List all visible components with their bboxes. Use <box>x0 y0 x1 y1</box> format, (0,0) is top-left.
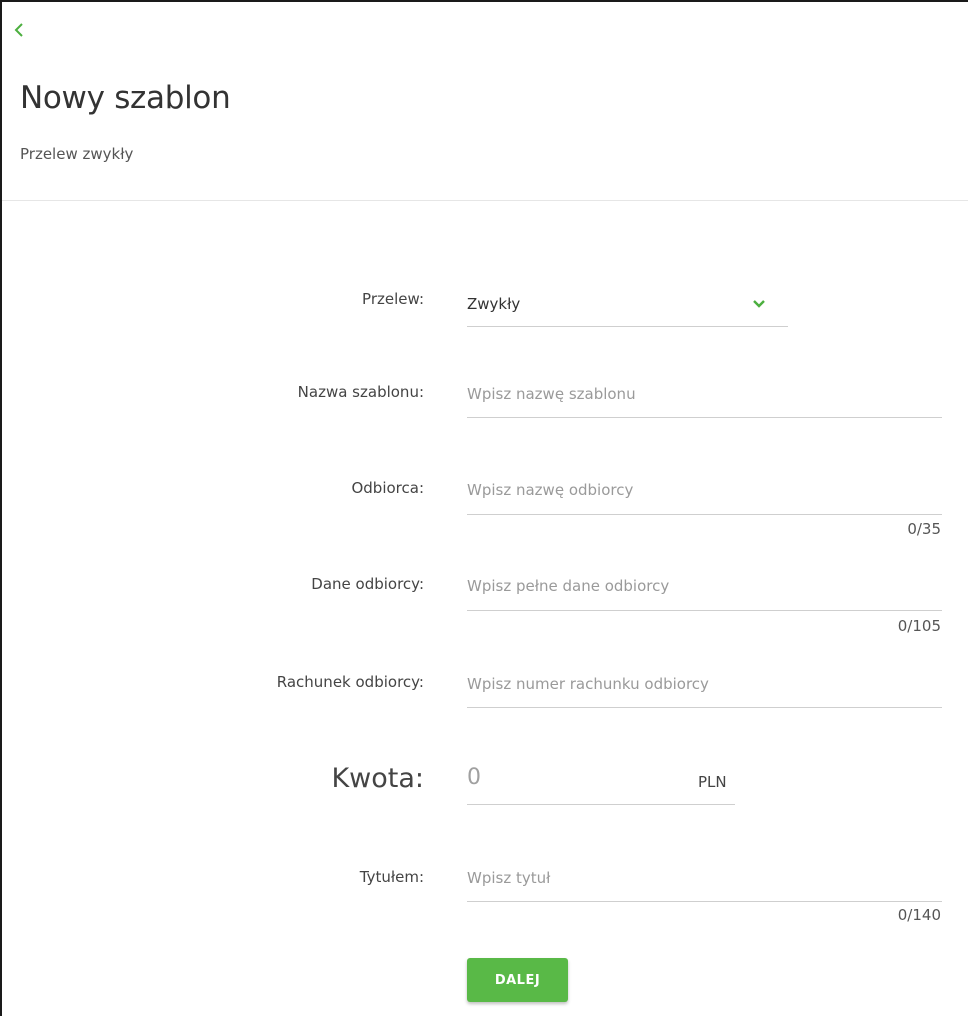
amount-label: Kwota: <box>331 763 424 794</box>
recipient-field <box>467 466 942 515</box>
chevron-left-icon <box>14 22 32 38</box>
amount-field: PLN <box>467 756 735 805</box>
recipient-account-input[interactable] <box>467 660 942 707</box>
transfer-type-label: Przelew: <box>362 290 424 308</box>
recipient-counter: 0/35 <box>907 520 941 538</box>
title-input[interactable] <box>467 854 942 901</box>
recipient-account-label: Rachunek odbiorcy: <box>276 673 424 691</box>
recipient-details-field <box>467 562 942 611</box>
recipient-account-field <box>467 660 942 708</box>
template-name-label: Nazwa szablonu: <box>297 383 424 401</box>
transfer-type-select[interactable]: Zwykły <box>467 278 788 327</box>
template-name-input[interactable] <box>467 370 942 417</box>
title-label: Tytułem: <box>359 868 424 886</box>
title-field <box>467 854 942 902</box>
header-divider <box>2 200 968 201</box>
next-button[interactable]: DALEJ <box>467 958 568 1002</box>
recipient-input[interactable] <box>467 466 942 514</box>
page-title: Nowy szablon <box>20 80 231 116</box>
page-subtitle: Przelew zwykły <box>20 145 134 163</box>
back-button[interactable] <box>14 22 32 40</box>
transfer-type-value: Zwykły <box>467 295 521 313</box>
currency-label: PLN <box>698 773 727 791</box>
chevron-down-icon <box>752 294 766 308</box>
recipient-label: Odbiorca: <box>351 479 424 497</box>
recipient-details-label: Dane odbiorcy: <box>311 575 424 593</box>
recipient-details-counter: 0/105 <box>897 617 941 635</box>
recipient-details-input[interactable] <box>467 562 942 610</box>
amount-input[interactable] <box>467 762 667 792</box>
title-counter: 0/140 <box>897 906 941 924</box>
template-name-field <box>467 370 942 418</box>
